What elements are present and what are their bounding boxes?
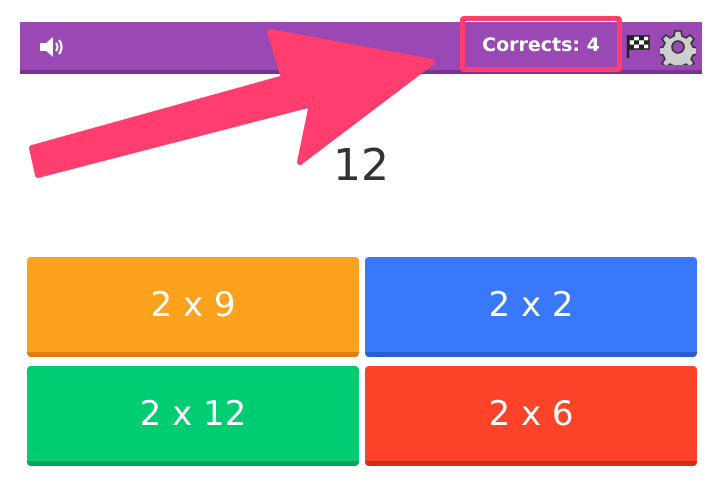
answer-button-2[interactable]: 2 x 2 <box>365 257 697 357</box>
answer-button-1[interactable]: 2 x 9 <box>27 257 359 357</box>
checkered-flag-icon[interactable] <box>624 32 652 60</box>
top-bar: Corrects: 4 <box>20 16 702 74</box>
answer-button-3[interactable]: 2 x 12 <box>27 366 359 466</box>
gear-icon[interactable] <box>660 29 696 65</box>
speaker-icon[interactable] <box>38 36 66 58</box>
target-number: 12 <box>333 140 389 191</box>
score-highlight-box <box>460 16 622 72</box>
answer-button-4[interactable]: 2 x 6 <box>365 366 697 466</box>
